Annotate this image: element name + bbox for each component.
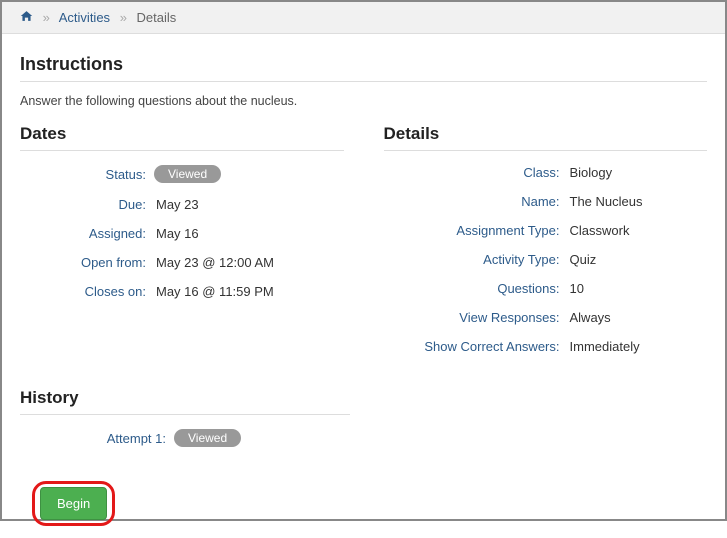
due-value: May 23 (150, 197, 199, 212)
closes-on-label: Closes on: (20, 284, 150, 299)
activity-type-label: Activity Type: (384, 252, 564, 267)
status-badge: Viewed (154, 165, 221, 183)
due-row: Due: May 23 (20, 197, 344, 212)
breadcrumb-current: Details (137, 10, 177, 25)
open-from-row: Open from: May 23 @ 12:00 AM (20, 255, 344, 270)
divider (384, 150, 708, 151)
attempt-1-label: Attempt 1: (20, 431, 170, 446)
status-label: Status: (20, 167, 150, 182)
class-value: Biology (564, 165, 613, 180)
breadcrumb: » Activities » Details (2, 2, 725, 34)
questions-row: Questions: 10 (384, 281, 708, 296)
open-from-label: Open from: (20, 255, 150, 270)
questions-value: 10 (564, 281, 584, 296)
dates-column: Dates Status: Viewed Due: May 23 Assigne… (20, 124, 344, 368)
details-heading: Details (384, 124, 708, 144)
closes-on-value: May 16 @ 11:59 PM (150, 284, 274, 299)
breadcrumb-activities-link[interactable]: Activities (59, 10, 110, 25)
breadcrumb-separator: » (114, 10, 133, 25)
show-correct-label: Show Correct Answers: (384, 339, 564, 354)
class-label: Class: (384, 165, 564, 180)
details-column: Details Class: Biology Name: The Nucleus… (384, 124, 708, 368)
name-label: Name: (384, 194, 564, 209)
name-row: Name: The Nucleus (384, 194, 708, 209)
open-from-value: May 23 @ 12:00 AM (150, 255, 274, 270)
instructions-heading: Instructions (20, 54, 707, 75)
divider (20, 81, 707, 82)
activity-type-row: Activity Type: Quiz (384, 252, 708, 267)
assignment-type-label: Assignment Type: (384, 223, 564, 238)
class-row: Class: Biology (384, 165, 708, 180)
instructions-text: Answer the following questions about the… (20, 94, 707, 108)
assignment-type-row: Assignment Type: Classwork (384, 223, 708, 238)
status-row: Status: Viewed (20, 165, 344, 183)
show-correct-value: Immediately (564, 339, 640, 354)
assigned-value: May 16 (150, 226, 199, 241)
due-label: Due: (20, 197, 150, 212)
closes-on-row: Closes on: May 16 @ 11:59 PM (20, 284, 344, 299)
activity-type-value: Quiz (564, 252, 597, 267)
begin-button[interactable]: Begin (40, 487, 107, 520)
name-value: The Nucleus (564, 194, 643, 209)
attempt-1-row: Attempt 1: Viewed (20, 429, 350, 447)
attempt-1-badge: Viewed (174, 429, 241, 447)
divider (20, 150, 344, 151)
assignment-type-value: Classwork (564, 223, 630, 238)
view-responses-row: View Responses: Always (384, 310, 708, 325)
questions-label: Questions: (384, 281, 564, 296)
view-responses-value: Always (564, 310, 611, 325)
assigned-row: Assigned: May 16 (20, 226, 344, 241)
show-correct-row: Show Correct Answers: Immediately (384, 339, 708, 354)
divider (20, 414, 350, 415)
breadcrumb-separator: » (37, 10, 56, 25)
dates-heading: Dates (20, 124, 344, 144)
home-icon[interactable] (20, 10, 37, 25)
assigned-label: Assigned: (20, 226, 150, 241)
history-heading: History (20, 388, 350, 408)
view-responses-label: View Responses: (384, 310, 564, 325)
